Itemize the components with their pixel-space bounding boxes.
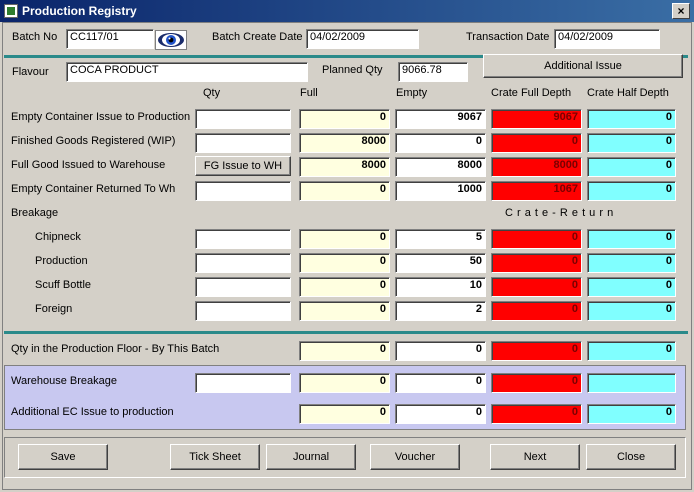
row-crate-half-field[interactable]: 0 <box>587 109 676 129</box>
row-full-field[interactable]: 0 <box>299 181 390 201</box>
breakage-crate-full-field[interactable]: 0 <box>491 229 582 249</box>
floor-crate-half-field[interactable]: 0 <box>587 341 676 361</box>
flavour-field[interactable]: COCA PRODUCT <box>66 62 308 82</box>
breakage-crate-half-field[interactable]: 0 <box>587 301 676 321</box>
col-header-crate-full-depth: Crate Full Depth <box>491 87 572 99</box>
breakage-row-label: Production <box>35 255 88 267</box>
batch-no-label: Batch No <box>12 31 58 43</box>
col-header-qty: Qty <box>203 87 221 99</box>
row-crate-half-field[interactable]: 0 <box>587 181 676 201</box>
breakage-label: Breakage <box>11 207 59 219</box>
crate-return-label: C r a t e - R e t u r n <box>505 207 614 219</box>
window-close-button[interactable]: × <box>672 3 690 19</box>
breakage-empty-field[interactable]: 5 <box>395 229 486 249</box>
planned-qty-field[interactable]: 9066.78 <box>398 62 468 82</box>
row-crate-full-field[interactable]: 0 <box>491 133 582 153</box>
batch-create-date-label: Batch Create Date <box>212 31 303 43</box>
breakage-crate-full-field[interactable]: 0 <box>491 277 582 297</box>
breakage-row-label: Scuff Bottle <box>35 279 92 291</box>
row-qty-field[interactable] <box>195 133 291 153</box>
row-qty-field[interactable] <box>195 109 291 129</box>
col-header-empty: Empty <box>396 87 428 99</box>
row-label: Finished Goods Registered (WIP) <box>11 135 176 147</box>
floor-empty-field[interactable]: 0 <box>395 341 486 361</box>
window-title: Production Registry <box>22 4 137 18</box>
floor-crate-full-field[interactable]: 0 <box>491 341 582 361</box>
transaction-date-field[interactable]: 04/02/2009 <box>554 29 660 49</box>
row-label: Empty Container Returned To Wh <box>11 183 176 195</box>
row-crate-half-field[interactable]: 0 <box>587 157 676 177</box>
close-button[interactable]: Close <box>586 444 676 470</box>
journal-button[interactable]: Journal <box>266 444 356 470</box>
breakage-full-field[interactable]: 0 <box>299 301 390 321</box>
breakage-empty-field[interactable]: 2 <box>395 301 486 321</box>
breakage-empty-field[interactable]: 50 <box>395 253 486 273</box>
row-full-field[interactable]: 8000 <box>299 157 390 177</box>
next-button[interactable]: Next <box>490 444 580 470</box>
col-header-crate-half-depth: Crate Half Depth <box>587 87 669 99</box>
breakage-full-field[interactable]: 0 <box>299 277 390 297</box>
row-full-field[interactable]: 0 <box>299 109 390 129</box>
title-bar: Production Registry <box>0 0 694 22</box>
batch-no-field[interactable]: CC117/01 <box>66 29 154 49</box>
row-empty-field[interactable]: 9067 <box>395 109 486 129</box>
additional-ec-label: Additional EC Issue to production <box>11 406 174 418</box>
col-header-full: Full <box>300 87 318 99</box>
breakage-separator <box>4 331 688 334</box>
eye-icon <box>158 33 184 47</box>
row-empty-field[interactable]: 1000 <box>395 181 486 201</box>
breakage-crate-full-field[interactable]: 0 <box>491 301 582 321</box>
floor-label: Qty in the Production Floor - By This Ba… <box>11 343 220 355</box>
breakage-full-field[interactable]: 0 <box>299 253 390 273</box>
warehouse-breakage-label: Warehouse Breakage <box>11 375 117 387</box>
row-crate-full-field[interactable]: 1067 <box>491 181 582 201</box>
breakage-crate-half-field[interactable]: 0 <box>587 277 676 297</box>
warehouse-breakage-empty-field[interactable]: 0 <box>395 373 486 393</box>
warehouse-breakage-qty-field[interactable] <box>195 373 291 393</box>
breakage-crate-full-field[interactable]: 0 <box>491 253 582 273</box>
batch-create-date-field[interactable]: 04/02/2009 <box>306 29 419 49</box>
row-crate-full-field[interactable]: 9067 <box>491 109 582 129</box>
warehouse-breakage-crate-full-field[interactable]: 0 <box>491 373 582 393</box>
breakage-row-label: Chipneck <box>35 231 81 243</box>
warehouse-breakage-full-field[interactable]: 0 <box>299 373 390 393</box>
warehouse-breakage-crate-half-field[interactable] <box>587 373 676 393</box>
additional-ec-empty-field[interactable]: 0 <box>395 404 486 424</box>
fg-issue-to-wh-button[interactable]: FG Issue to WH <box>195 156 291 176</box>
row-empty-field[interactable]: 0 <box>395 133 486 153</box>
transaction-date-label: Transaction Date <box>466 31 550 43</box>
breakage-crate-half-field[interactable]: 0 <box>587 229 676 249</box>
voucher-button[interactable]: Voucher <box>370 444 460 470</box>
tick-sheet-button[interactable]: Tick Sheet <box>170 444 260 470</box>
breakage-qty-field[interactable] <box>195 253 291 273</box>
row-qty-field[interactable] <box>195 181 291 201</box>
breakage-crate-half-field[interactable]: 0 <box>587 253 676 273</box>
app-icon <box>4 4 18 18</box>
batch-lookup-button[interactable] <box>155 30 187 50</box>
row-label: Full Good Issued to Warehouse <box>11 159 166 171</box>
additional-ec-crate-half-field[interactable]: 0 <box>587 404 676 424</box>
additional-ec-crate-full-field[interactable]: 0 <box>491 404 582 424</box>
row-label: Empty Container Issue to Production <box>11 111 191 123</box>
breakage-full-field[interactable]: 0 <box>299 229 390 249</box>
row-crate-full-field[interactable]: 8000 <box>491 157 582 177</box>
floor-full-field[interactable]: 0 <box>299 341 390 361</box>
breakage-empty-field[interactable]: 10 <box>395 277 486 297</box>
save-button[interactable]: Save <box>18 444 108 470</box>
row-full-field[interactable]: 8000 <box>299 133 390 153</box>
planned-qty-label: Planned Qty <box>322 64 383 76</box>
row-crate-half-field[interactable]: 0 <box>587 133 676 153</box>
breakage-qty-field[interactable] <box>195 277 291 297</box>
breakage-qty-field[interactable] <box>195 301 291 321</box>
flavour-label: Flavour <box>12 66 49 78</box>
additional-issue-button[interactable]: Additional Issue <box>483 54 683 78</box>
breakage-qty-field[interactable] <box>195 229 291 249</box>
breakage-row-label: Foreign <box>35 303 73 315</box>
row-empty-field[interactable]: 8000 <box>395 157 486 177</box>
additional-ec-full-field[interactable]: 0 <box>299 404 390 424</box>
